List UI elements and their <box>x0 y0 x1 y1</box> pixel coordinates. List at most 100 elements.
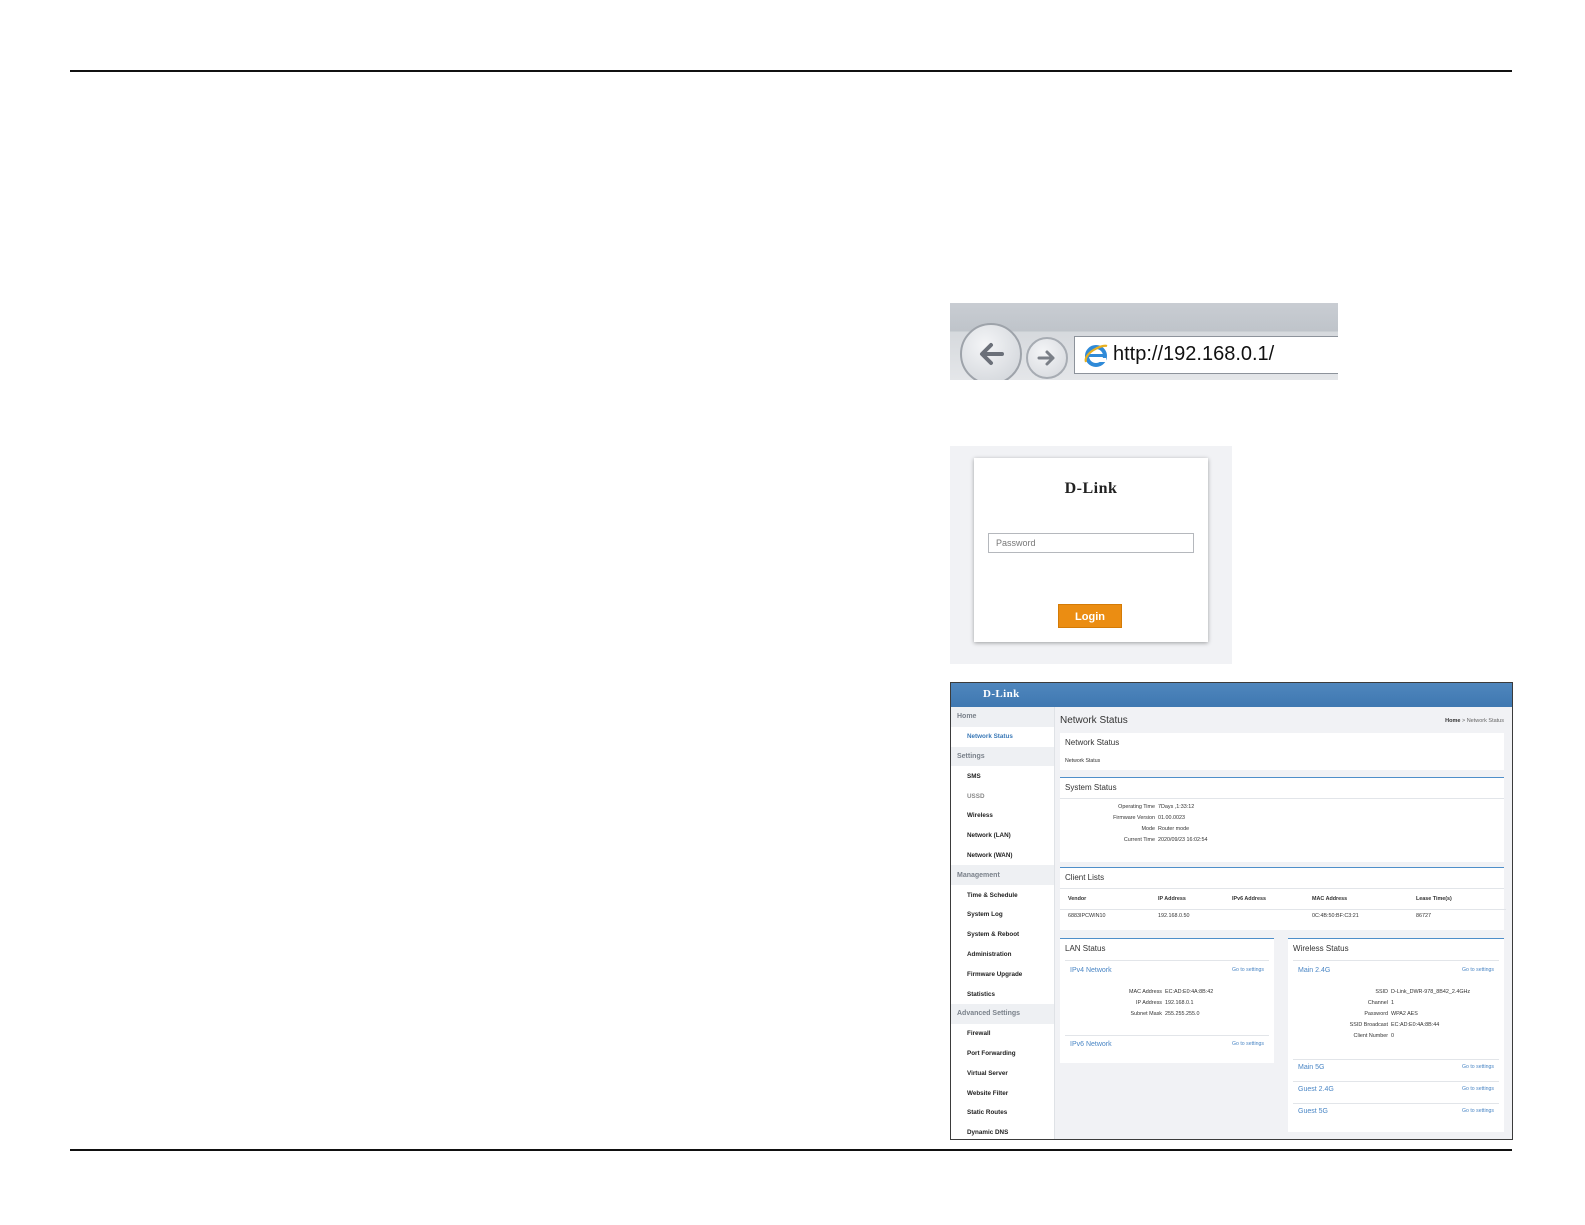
breadcrumb-separator: > <box>1461 718 1466 724</box>
guest-24g-link[interactable]: Guest 2.4G <box>1298 1086 1334 1093</box>
system-status-title: System Status <box>1065 783 1117 792</box>
sidebar-item-network-lan[interactable]: Network (LAN) <box>951 825 1054 846</box>
sidebar-item-port-forwarding[interactable]: Port Forwarding <box>951 1043 1054 1064</box>
back-arrow-icon <box>980 343 1004 365</box>
system-status-panel: System Status Operating Time 7Days ,1:33… <box>1060 777 1504 862</box>
client-lists-title: Client Lists <box>1065 873 1105 882</box>
top-rule <box>70 70 1512 72</box>
kv-key: Current Time <box>1123 837 1155 843</box>
main-5g-go-to-settings[interactable]: Go to settings <box>1462 1064 1494 1070</box>
kv-row: Mode Router mode <box>1065 824 1207 835</box>
divider <box>1293 1081 1499 1082</box>
sidebar-item-system-log[interactable]: System Log <box>951 904 1054 925</box>
divider <box>1293 1059 1499 1060</box>
col-vendor: Vendor <box>1068 896 1087 902</box>
ipv6-network-link[interactable]: IPv6 Network <box>1070 1041 1112 1048</box>
kv-value: 1 <box>1391 1000 1394 1006</box>
sidebar-item-virtual-server[interactable]: Virtual Server <box>951 1063 1054 1084</box>
main-5g-link[interactable]: Main 5G <box>1298 1064 1324 1071</box>
guest-24g-go-to-settings[interactable]: Go to settings <box>1462 1086 1494 1092</box>
sidebar-item-network-status[interactable]: Network Status <box>951 726 1054 747</box>
sidebar-item-firewall[interactable]: Firewall <box>951 1023 1054 1044</box>
admin-console: D-Link Home Network Status Settings SMS USSD… <box>950 682 1513 1140</box>
sidebar-item-administration[interactable]: Administration <box>951 944 1054 965</box>
kv-row: Client Number 0 <box>1298 1031 1470 1042</box>
sidebar-item-wireless[interactable]: Wireless <box>951 805 1054 826</box>
sidebar-item-system-reboot[interactable]: System & Reboot <box>951 924 1054 945</box>
sidebar-item-network-wan[interactable]: Network (WAN) <box>951 845 1054 866</box>
wireless-status-panel: Wireless Status Main 2.4G Go to settings… <box>1288 938 1504 1132</box>
kv-row: Subnet Mask 255.255.255.0 <box>1070 1009 1213 1020</box>
system-status-table: Operating Time 7Days ,1:33:12 Firmware V… <box>1065 802 1207 846</box>
main-24g-go-to-settings[interactable]: Go to settings <box>1462 967 1494 973</box>
network-status-text: Network Status <box>1065 758 1101 764</box>
wireless-info-table: SSID D-Link_DWR-978_8B42_2.4GHz Channel … <box>1298 987 1470 1042</box>
divider <box>1060 909 1506 910</box>
browser-address-bar: http://192.168.0.1/ <box>950 303 1338 380</box>
ipv4-network-link[interactable]: IPv4 Network <box>1070 967 1112 974</box>
sidebar-item-time-schedule[interactable]: Time & Schedule <box>951 885 1054 905</box>
breadcrumb-home[interactable]: Home <box>1445 718 1460 724</box>
lan-ipv4-go-to-settings[interactable]: Go to settings <box>1232 967 1264 973</box>
admin-sidebar: Home Network Status Settings SMS USSD Wireles… <box>951 707 1055 1139</box>
sidebar-item-ussd[interactable]: USSD <box>951 786 1054 806</box>
lan-status-panel: LAN Status IPv4 Network Go to settings M… <box>1060 938 1274 1063</box>
kv-row: MAC Address EC:AD:E0:4A:8B:42 <box>1070 987 1213 998</box>
sidebar-item-statistics[interactable]: Statistics <box>951 984 1054 1004</box>
sidebar-group-settings: Settings <box>951 746 1054 767</box>
admin-dlink-logo: D-Link <box>983 688 1020 700</box>
kv-key: Client Number <box>1353 1033 1388 1039</box>
guest-5g-link[interactable]: Guest 5G <box>1298 1108 1328 1115</box>
divider <box>1060 798 1504 799</box>
guest-5g-go-to-settings[interactable]: Go to settings <box>1462 1108 1494 1114</box>
back-button[interactable] <box>960 323 1022 380</box>
col-lease: Lease Time(s) <box>1416 896 1452 902</box>
kv-value: D-Link_DWR-978_8B42_2.4GHz <box>1391 989 1471 995</box>
kv-value: Router mode <box>1158 826 1190 832</box>
internet-explorer-icon <box>1084 344 1108 367</box>
client-lists-panel: Client Lists Vendor IP Address IPv6 Addr… <box>1060 867 1506 930</box>
login-screen: D-Link Login <box>950 446 1232 664</box>
kv-key: SSID <box>1375 989 1388 995</box>
kv-key: Firmware Version <box>1113 815 1155 821</box>
kv-value: 01.00.0023 <box>1158 815 1185 821</box>
password-input[interactable] <box>988 533 1194 553</box>
lan-ipv6-go-to-settings[interactable]: Go to settings <box>1232 1041 1264 1047</box>
sidebar-item-firmware-upgrade[interactable]: Firmware Upgrade <box>951 964 1054 985</box>
login-card: D-Link Login <box>974 458 1208 642</box>
kv-value: EC:AD:E0:4A:8B:44 <box>1391 1022 1440 1028</box>
divider <box>1293 1103 1499 1104</box>
sidebar-item-static-routes[interactable]: Static Routes <box>951 1102 1054 1123</box>
login-button[interactable]: Login <box>1058 604 1122 628</box>
sidebar-item-website-filter[interactable]: Website Filter <box>951 1083 1054 1103</box>
lan-info-table: MAC Address EC:AD:E0:4A:8B:42 IP Address… <box>1070 987 1213 1020</box>
col-mac: MAC Address <box>1312 896 1348 902</box>
kv-key: IP Address <box>1136 1000 1162 1006</box>
bottom-rule <box>70 1149 1512 1151</box>
kv-key: Password <box>1364 1011 1388 1017</box>
kv-value: EC:AD:E0:4A:8B:42 <box>1165 989 1214 995</box>
cell-vendor: 6883IPCWIN10 <box>1068 913 1106 919</box>
sidebar-item-sms[interactable]: SMS <box>951 766 1054 787</box>
kv-row: Operating Time 7Days ,1:33:12 <box>1065 802 1207 813</box>
page-title: Network Status <box>1060 715 1128 726</box>
kv-value: 255.255.255.0 <box>1165 1011 1200 1017</box>
kv-row: Current Time 2020/09/23 16:02:54 <box>1065 835 1208 846</box>
breadcrumb-current: Network Status <box>1466 718 1504 724</box>
url-field[interactable]: http://192.168.0.1/ <box>1074 336 1338 374</box>
divider <box>1065 960 1269 961</box>
kv-value: WPA2 AES <box>1391 1011 1418 1017</box>
kv-value: 2020/09/23 16:02:54 <box>1158 837 1208 843</box>
kv-key: Mode <box>1141 826 1156 832</box>
sidebar-item-dynamic-dns[interactable]: Dynamic DNS <box>951 1122 1054 1139</box>
cell-lease: 86727 <box>1416 913 1431 919</box>
divider <box>1060 888 1504 889</box>
forward-button[interactable] <box>1026 337 1068 379</box>
kv-value: 192.168.0.1 <box>1165 1000 1194 1006</box>
sidebar-group-management: Management <box>951 865 1054 886</box>
lan-status-title: LAN Status <box>1065 944 1106 953</box>
kv-key: SSID Broadcast <box>1349 1022 1388 1028</box>
col-ipv6: IPv6 Address <box>1232 896 1266 902</box>
kv-row: Password WPA2 AES <box>1298 1009 1470 1020</box>
main-24g-link[interactable]: Main 2.4G <box>1298 967 1330 974</box>
